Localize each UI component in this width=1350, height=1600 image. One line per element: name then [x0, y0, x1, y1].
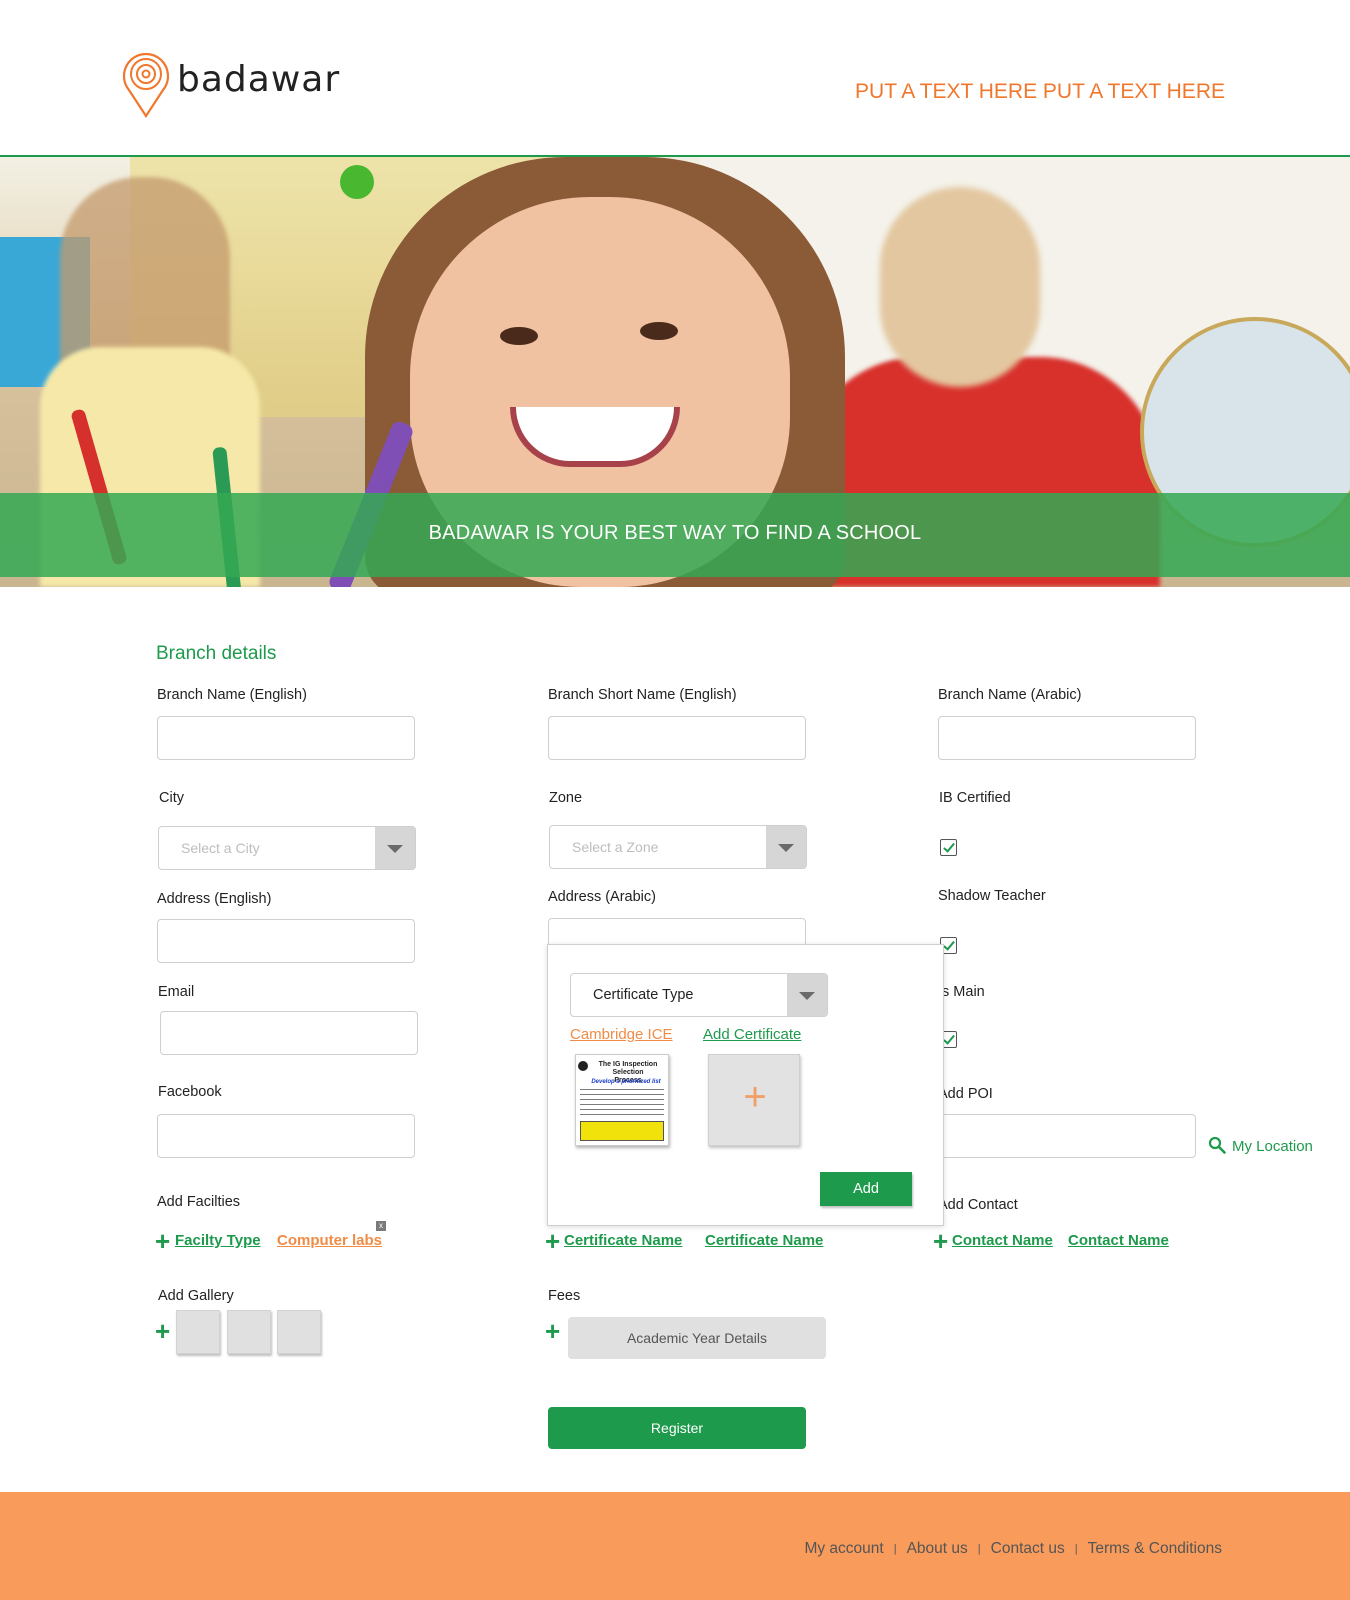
gallery-thumb-3[interactable] [277, 1310, 321, 1354]
facebook-label: Facebook [158, 1084, 222, 1100]
ib-certified-label: IB Certified [939, 790, 1011, 806]
add-poi-label: Add POI [938, 1086, 993, 1102]
certificate-type-placeholder: Certificate Type [593, 987, 694, 1003]
certificate-thumb-subtitle: Develop a prioritized list [591, 1079, 661, 1085]
add-fees-icon[interactable]: + [545, 1318, 560, 1344]
add-gallery-icon[interactable]: + [155, 1318, 170, 1344]
gallery-thumb-1[interactable] [176, 1310, 220, 1354]
branch-name-en-label: Branch Name (English) [157, 687, 307, 703]
site-header: badawar PUT A TEXT HERE PUT A TEXT HERE [0, 0, 1350, 157]
footer-link-my-account[interactable]: My account [804, 1540, 883, 1558]
certificate-type-select[interactable]: Certificate Type [570, 973, 828, 1017]
branch-name-en-input[interactable] [157, 716, 415, 760]
email-label: Email [158, 984, 195, 1000]
brand-name: badawar [177, 58, 341, 100]
brand-logo[interactable]: badawar [123, 50, 340, 118]
hero-banner-text: BADAWAR IS YOUR BEST WAY TO FIND A SCHOO… [428, 522, 922, 544]
is-main-label: Is Main [938, 984, 985, 1000]
poi-input[interactable] [938, 1114, 1196, 1158]
add-certificate-icon[interactable]: + [545, 1228, 560, 1254]
document-highlight-box [580, 1121, 664, 1141]
city-select[interactable]: Select a City [158, 826, 416, 870]
document-logo-icon [578, 1061, 588, 1071]
add-gallery-label: Add Gallery [158, 1288, 234, 1304]
footer-links: My account | About us | Contact us | Ter… [804, 1540, 1222, 1558]
hero-image: BADAWAR IS YOUR BEST WAY TO FIND A SCHOO… [0, 157, 1350, 587]
footer-link-about-us[interactable]: About us [907, 1540, 968, 1558]
footer-separator: | [977, 1543, 981, 1555]
branch-name-ar-label: Branch Name (Arabic) [938, 687, 1082, 703]
facility-item-computer-labs[interactable]: Computer labs [277, 1232, 382, 1249]
footer-separator: | [893, 1543, 897, 1555]
certificate-name-link-1[interactable]: Certificate Name [564, 1232, 682, 1249]
footer-link-contact-us[interactable]: Contact us [991, 1540, 1065, 1558]
shadow-teacher-label: Shadow Teacher [938, 888, 1046, 904]
location-pin-logo-icon [123, 52, 169, 118]
document-text-lines [580, 1089, 664, 1115]
zone-select[interactable]: Select a Zone [549, 825, 807, 869]
remove-facility-icon[interactable]: x [376, 1221, 386, 1231]
header-tagline: PUT A TEXT HERE PUT A TEXT HERE [855, 80, 1225, 103]
zone-label: Zone [549, 790, 583, 806]
zone-placeholder: Select a Zone [572, 839, 659, 855]
facility-type-link[interactable]: Facilty Type [175, 1232, 261, 1249]
plus-icon: + [743, 1075, 767, 1119]
contact-name-link-1[interactable]: Contact Name [952, 1232, 1053, 1249]
fees-label: Fees [548, 1288, 581, 1304]
register-button[interactable]: Register [548, 1407, 806, 1449]
city-label: City [159, 790, 184, 806]
academic-year-details-button[interactable]: Academic Year Details [568, 1317, 826, 1359]
add-facility-icon[interactable]: + [155, 1228, 170, 1254]
add-button[interactable]: Add [820, 1172, 912, 1206]
section-title: Branch details [156, 643, 277, 664]
chevron-down-icon[interactable] [375, 827, 415, 869]
branch-name-ar-input[interactable] [938, 716, 1196, 760]
add-certificate-image-box[interactable]: + [708, 1054, 800, 1146]
certificate-document-thumbnail[interactable]: The IG Inspection Selection Process Deve… [575, 1054, 669, 1146]
footer-link-terms[interactable]: Terms & Conditions [1088, 1540, 1222, 1558]
branch-short-name-input[interactable] [548, 716, 806, 760]
search-icon[interactable] [1208, 1136, 1226, 1154]
email-input[interactable] [160, 1011, 418, 1055]
facebook-input[interactable] [157, 1114, 415, 1158]
address-en-input[interactable] [157, 919, 415, 963]
add-facilities-label: Add Facilties [157, 1194, 241, 1210]
chevron-down-icon[interactable] [766, 826, 806, 868]
add-certificate-link[interactable]: Add Certificate [703, 1026, 801, 1043]
contact-name-link-2[interactable]: Contact Name [1068, 1232, 1169, 1249]
ib-certified-checkbox[interactable] [940, 839, 957, 856]
address-en-label: Address (English) [157, 891, 272, 907]
add-contact-icon[interactable]: + [933, 1228, 948, 1254]
address-ar-label: Address (Arabic) [548, 889, 656, 905]
chevron-down-icon[interactable] [787, 974, 827, 1016]
cambridge-ice-link[interactable]: Cambridge ICE [570, 1026, 673, 1043]
gallery-thumb-2[interactable] [227, 1310, 271, 1354]
footer-separator: | [1074, 1543, 1078, 1555]
branch-short-name-label: Branch Short Name (English) [548, 687, 737, 703]
my-location-link[interactable]: My Location [1232, 1138, 1313, 1155]
certificate-name-link-2[interactable]: Certificate Name [705, 1232, 823, 1249]
city-placeholder: Select a City [181, 840, 260, 856]
add-contact-label: Add Contact [938, 1197, 1018, 1213]
